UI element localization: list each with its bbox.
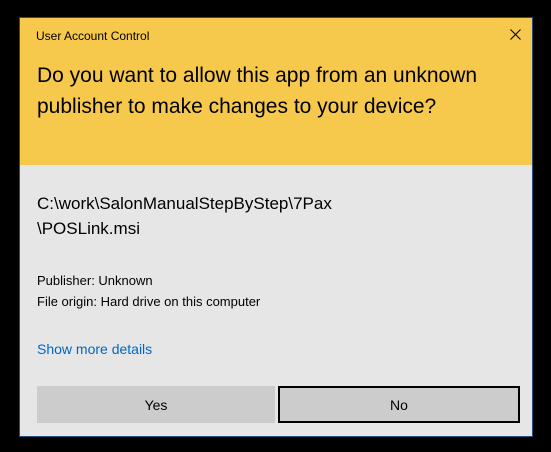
dialog-question: Do you want to allow this app from an un… bbox=[37, 64, 478, 118]
yes-button[interactable]: Yes bbox=[37, 386, 275, 423]
publisher-text: Publisher: Unknown bbox=[37, 273, 153, 288]
dialog-body: C:\work\SalonManualStepByStep\7Pax \POSL… bbox=[20, 165, 532, 436]
no-button[interactable]: No bbox=[278, 386, 520, 423]
close-icon bbox=[509, 28, 521, 40]
close-button[interactable] bbox=[498, 18, 532, 50]
uac-dialog: User Account Control Do you want to allo… bbox=[19, 17, 533, 437]
show-more-details-link[interactable]: Show more details bbox=[37, 341, 152, 357]
file-path: C:\work\SalonManualStepByStep\7Pax \POSL… bbox=[37, 194, 332, 238]
file-meta: Publisher: Unknown File origin: Hard dri… bbox=[37, 270, 260, 312]
file-origin-text: File origin: Hard drive on this computer bbox=[37, 294, 261, 309]
dialog-header: User Account Control Do you want to allo… bbox=[20, 18, 532, 165]
dialog-title: User Account Control bbox=[36, 29, 150, 43]
